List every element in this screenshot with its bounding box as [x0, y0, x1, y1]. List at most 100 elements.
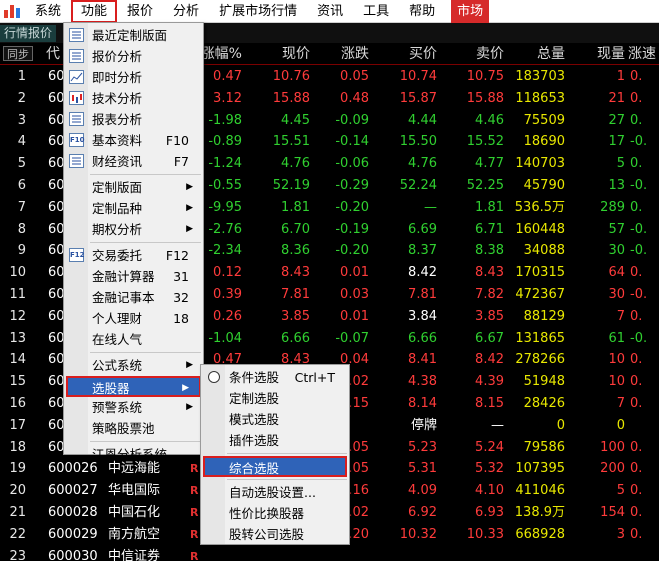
- header-price[interactable]: 现价: [250, 43, 310, 65]
- cell-spd: 0.: [630, 526, 643, 542]
- stock-code: 600030: [48, 548, 98, 561]
- menu-system[interactable]: 系统: [25, 0, 71, 23]
- header-change[interactable]: 涨跌: [310, 43, 369, 65]
- function-menu-item-7[interactable]: 定制版面 ▶: [64, 177, 203, 198]
- header-speed[interactable]: 涨速: [628, 43, 659, 65]
- cell-vol: 118653: [515, 90, 565, 106]
- stock-code: 600027: [48, 483, 98, 499]
- cell-spd: 0.: [630, 352, 643, 368]
- radio-icon: [208, 371, 220, 383]
- selector-menu-item-6[interactable]: 性价比换股器: [201, 503, 349, 524]
- menu-item-shortcut: 32: [173, 290, 189, 305]
- cell-chg: [310, 546, 369, 561]
- menu-analysis[interactable]: 分析: [163, 0, 209, 23]
- function-menu-item-15[interactable]: 公式系统 ▶: [64, 355, 203, 376]
- function-menu-item-14[interactable]: 在线人气: [64, 329, 203, 350]
- menu-extended-market[interactable]: 扩展市场行情: [209, 0, 307, 23]
- cell-vol: 411046: [515, 483, 565, 499]
- function-menu-item-19[interactable]: 江恩分析系统: [64, 444, 203, 465]
- cell-spd: 0.: [630, 308, 643, 324]
- cell-chg: -0.07: [335, 330, 369, 346]
- function-menu-item-4[interactable]: 报表分析: [64, 109, 203, 130]
- function-menu-item-5[interactable]: F10 基本资料 F10: [64, 130, 203, 151]
- function-menu-item-13[interactable]: 个人理财 18: [64, 308, 203, 329]
- selector-menu-item-3[interactable]: 插件选股: [201, 430, 349, 451]
- cell-spd: -0.: [630, 243, 648, 259]
- function-menu-item-12[interactable]: 金融记事本 32: [64, 287, 203, 308]
- cell-ask: 52.25: [466, 177, 504, 193]
- cell-ask: —: [491, 417, 504, 433]
- menu-item-shortcut: F7: [173, 154, 189, 169]
- cell-ask: 10.75: [466, 69, 504, 84]
- function-menu-item-10[interactable]: F12 交易委托 F12: [64, 245, 203, 266]
- cell-chg: -0.09: [335, 112, 369, 128]
- menu-tools[interactable]: 工具: [353, 0, 399, 23]
- cell-bid: 4.09: [408, 483, 437, 499]
- function-menu-item-17[interactable]: 预警系统 ▶: [64, 397, 203, 418]
- function-menu-item-9[interactable]: 期权分析 ▶: [64, 219, 203, 240]
- menu-function[interactable]: 功能: [71, 0, 118, 23]
- function-menu-item-6[interactable]: 财经资讯 F7: [64, 151, 203, 172]
- tab-quote[interactable]: 行情报价: [0, 25, 57, 42]
- header-bid[interactable]: 买价: [375, 43, 437, 65]
- menu-bar: 系统 功能 报价 分析 扩展市场行情 资讯 工具 帮助 市场: [0, 0, 659, 23]
- row-index: 3: [17, 112, 26, 128]
- sync-button[interactable]: 同步: [3, 46, 33, 61]
- function-menu-item-1[interactable]: 报价分析: [64, 46, 203, 67]
- function-menu-item-3[interactable]: 技术分析: [64, 88, 203, 109]
- function-menu-item-18[interactable]: 策略股票池: [64, 418, 203, 439]
- menu-item-label: 模式选股: [229, 412, 280, 427]
- cell-vol: 140703: [515, 156, 565, 172]
- menu-item-label: 报表分析: [92, 112, 143, 127]
- cell-spd: 0.: [630, 199, 643, 215]
- menu-help[interactable]: 帮助: [399, 0, 445, 23]
- menu-item-shortcut: F12: [165, 248, 189, 263]
- cell-price: 8.36: [281, 243, 310, 259]
- selector-menu-item-2[interactable]: 模式选股: [201, 409, 349, 430]
- cell-bid: 3.84: [408, 308, 437, 324]
- table-row[interactable]: 23 600030 中信证券 R: [0, 546, 659, 561]
- market-button[interactable]: 市场: [451, 0, 490, 23]
- menu-item-label: 综合选股: [229, 461, 280, 476]
- cell-chg: -0.06: [335, 156, 369, 172]
- selector-menu-item-0[interactable]: 条件选股 Ctrl+T: [201, 367, 349, 388]
- cell-spd: [630, 415, 659, 437]
- cell-ask: 10.33: [466, 526, 504, 542]
- app-logo-icon: [3, 2, 21, 20]
- menu-news[interactable]: 资讯: [307, 0, 353, 23]
- menu-item-label: 交易委托: [92, 248, 143, 263]
- cell-ask: 3.85: [475, 308, 504, 324]
- function-menu-item-2[interactable]: 即时分析: [64, 67, 203, 88]
- cell-pct: [190, 546, 242, 561]
- row-index: 20: [9, 483, 26, 499]
- function-menu-item-0[interactable]: 最近定制版面: [64, 25, 203, 46]
- cell-cur: 289: [600, 199, 625, 215]
- menu-quote[interactable]: 报价: [117, 0, 163, 23]
- selector-menu-item-4[interactable]: 综合选股: [203, 456, 347, 477]
- cell-ask: 5.24: [475, 439, 504, 455]
- cell-spd: 0.: [630, 504, 643, 520]
- menu-item-label: 财经资讯: [92, 154, 143, 169]
- header-current-volume[interactable]: 现量: [570, 43, 625, 65]
- cell-cur: 30: [608, 286, 625, 302]
- row-index: 2: [17, 90, 26, 106]
- row-index: 11: [9, 286, 26, 302]
- selector-menu-item-5[interactable]: 自动选股设置...: [201, 482, 349, 503]
- cell-price: 3.85: [281, 308, 310, 324]
- cell-cur: 7: [616, 395, 625, 411]
- function-menu-item-11[interactable]: 金融计算器 31: [64, 266, 203, 287]
- row-index: 9: [17, 243, 26, 259]
- cell-vol: 45790: [523, 177, 565, 193]
- menu-item-label: 选股器: [92, 381, 130, 396]
- header-ask[interactable]: 卖价: [440, 43, 504, 65]
- menu-item-label: 最近定制版面: [92, 28, 168, 43]
- cell-spd: -0.: [630, 221, 648, 237]
- selector-menu-item-1[interactable]: 定制选股: [201, 388, 349, 409]
- submenu-arrow-icon: ▶: [182, 383, 189, 393]
- menu-item-label: 性价比换股器: [229, 506, 305, 521]
- menu-item-label: 报价分析: [92, 49, 143, 64]
- selector-menu-item-7[interactable]: 股转公司选股: [201, 524, 349, 545]
- function-menu-item-8[interactable]: 定制品种 ▶: [64, 198, 203, 219]
- header-volume[interactable]: 总量: [505, 43, 565, 65]
- function-menu-item-16[interactable]: 选股器 ▶: [66, 376, 201, 397]
